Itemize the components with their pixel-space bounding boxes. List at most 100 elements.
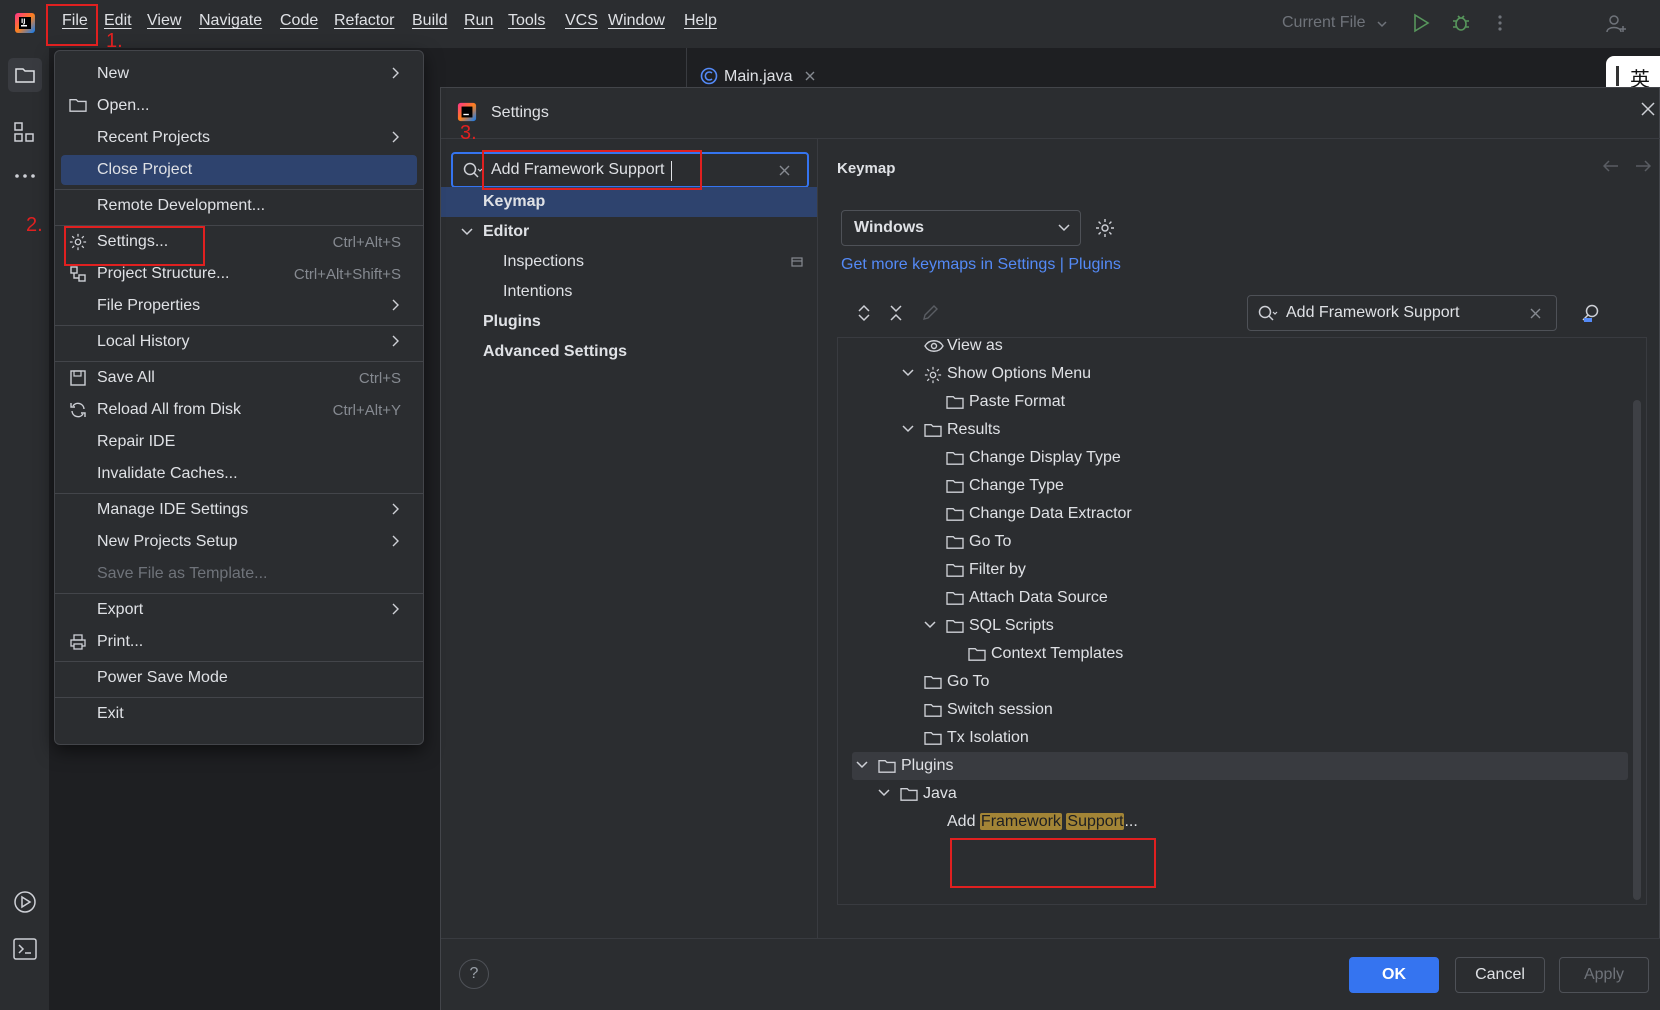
- nav-plugins[interactable]: Plugins: [441, 307, 817, 337]
- tree-node[interactable]: Tx Isolation: [838, 724, 1628, 752]
- menu-navigate[interactable]: Navigate: [199, 12, 262, 30]
- nav-inspections[interactable]: Inspections: [441, 247, 817, 277]
- nav-label: Intentions: [503, 283, 573, 300]
- more-horizontal-icon[interactable]: [14, 172, 36, 180]
- menu-item-file-properties[interactable]: File Properties: [61, 291, 417, 321]
- menu-item-manage-ide-settings[interactable]: Manage IDE Settings: [61, 495, 417, 525]
- get-more-keymaps-link[interactable]: Get more keymaps in Settings | Plugins: [841, 256, 1121, 274]
- tree-node[interactable]: Context Templates: [838, 640, 1628, 668]
- search-icon: [1258, 305, 1278, 323]
- submenu-arrow-icon: [391, 503, 399, 515]
- menu-item-print[interactable]: Print...: [61, 627, 417, 657]
- debug-icon[interactable]: [1450, 12, 1472, 34]
- menu-item-recent-projects[interactable]: Recent Projects: [61, 123, 417, 153]
- menu-build[interactable]: Build: [412, 12, 448, 30]
- tree-node[interactable]: SQL Scripts: [838, 612, 1628, 640]
- tree-node[interactable]: Attach Data Source: [838, 584, 1628, 612]
- nav-advanced-settings[interactable]: Advanced Settings: [441, 337, 817, 367]
- chevron-down-icon[interactable]: [461, 227, 473, 237]
- keymap-filter-field[interactable]: Add Framework Support: [1247, 295, 1557, 331]
- annotation-step-1: 1.: [106, 30, 123, 52]
- folder-icon: [946, 534, 964, 550]
- run-config-selector[interactable]: Current File: [1282, 14, 1392, 36]
- menu-vcs[interactable]: VCS: [565, 12, 598, 30]
- tree-node[interactable]: Go To: [838, 528, 1628, 556]
- project-tool-button[interactable]: [8, 58, 42, 92]
- chevron-down-icon[interactable]: [924, 620, 936, 630]
- tree-node[interactable]: Paste Format: [838, 388, 1628, 416]
- menu-item-repair-ide[interactable]: Repair IDE: [61, 427, 417, 457]
- tree-node[interactable]: Change Display Type: [838, 444, 1628, 472]
- terminal-icon[interactable]: [13, 938, 37, 960]
- menu-item-new-projects-setup[interactable]: New Projects Setup: [61, 527, 417, 557]
- match-highlight: Support: [1066, 813, 1125, 830]
- keymap-scheme-select[interactable]: Windows: [841, 210, 1081, 246]
- tree-scrollbar[interactable]: [1633, 400, 1641, 900]
- clear-search-icon[interactable]: [779, 165, 790, 176]
- chevron-down-icon[interactable]: [856, 760, 868, 770]
- tree-node[interactable]: View as: [838, 338, 1628, 360]
- menu-item-open[interactable]: Open...: [61, 91, 417, 121]
- clear-filter-icon[interactable]: [1530, 308, 1541, 319]
- menu-item-label: Save File as Template...: [97, 565, 268, 582]
- menu-item-new[interactable]: New: [61, 59, 417, 89]
- close-dialog-icon[interactable]: [1641, 102, 1655, 116]
- chevron-down-icon[interactable]: [878, 788, 890, 798]
- chevron-down-icon[interactable]: [902, 424, 914, 434]
- menu-item-local-history[interactable]: Local History: [61, 327, 417, 357]
- menu-item-power-save-mode[interactable]: Power Save Mode: [61, 663, 417, 693]
- tree-node[interactable]: Go To: [838, 668, 1628, 696]
- find-by-shortcut-icon[interactable]: [1581, 303, 1601, 323]
- tree-node[interactable]: Change Data Extractor: [838, 500, 1628, 528]
- forward-arrow-icon[interactable]: [1635, 160, 1651, 172]
- tree-node[interactable]: Show Options Menu: [838, 360, 1628, 388]
- menu-view[interactable]: View: [147, 12, 181, 30]
- edit-shortcut-icon[interactable]: [921, 304, 939, 322]
- add-user-icon[interactable]: [1604, 12, 1628, 36]
- result-suffix: ...: [1124, 813, 1138, 830]
- help-button[interactable]: ?: [459, 959, 489, 989]
- chevron-down-icon: [1376, 18, 1388, 30]
- apply-button[interactable]: Apply: [1559, 957, 1649, 993]
- folder-icon: [946, 562, 964, 578]
- menu-window[interactable]: Window: [608, 12, 665, 30]
- keymap-gear-icon[interactable]: [1095, 218, 1115, 238]
- menu-item-export[interactable]: Export: [61, 595, 417, 625]
- tree-node[interactable]: Results: [838, 416, 1628, 444]
- chevron-down-icon[interactable]: [902, 368, 914, 378]
- tree-node-add-framework-support[interactable]: Add Framework Support...: [838, 808, 1628, 836]
- collapse-all-icon[interactable]: [889, 304, 903, 322]
- menu-item-remote-development[interactable]: Remote Development...: [61, 191, 417, 221]
- nav-keymap[interactable]: Keymap: [441, 187, 817, 217]
- menu-edit[interactable]: Edit: [104, 12, 132, 30]
- more-vertical-icon[interactable]: [1494, 12, 1506, 34]
- tree-node[interactable]: Switch session: [838, 696, 1628, 724]
- tree-node-label: Change Data Extractor: [969, 505, 1132, 522]
- services-icon[interactable]: [13, 890, 37, 914]
- menu-code[interactable]: Code: [280, 12, 318, 30]
- menu-run[interactable]: Run: [464, 12, 493, 30]
- back-arrow-icon[interactable]: [1603, 160, 1619, 172]
- annotation-box-file: [46, 4, 98, 46]
- close-tab-icon[interactable]: [804, 70, 816, 82]
- nav-intentions[interactable]: Intentions: [441, 277, 817, 307]
- tree-node[interactable]: Change Type: [838, 472, 1628, 500]
- structure-icon[interactable]: [14, 122, 34, 142]
- cancel-button[interactable]: Cancel: [1455, 957, 1545, 993]
- menu-item-reload-all[interactable]: Reload All from Disk Ctrl+Alt+Y: [61, 395, 417, 425]
- tree-node-java[interactable]: Java: [838, 780, 1628, 808]
- menu-tools[interactable]: Tools: [508, 12, 545, 30]
- tree-node[interactable]: Filter by: [838, 556, 1628, 584]
- expand-all-icon[interactable]: [857, 304, 871, 322]
- menu-item-close-project[interactable]: Close Project: [61, 155, 417, 185]
- ok-button[interactable]: OK: [1349, 957, 1439, 993]
- menu-refactor[interactable]: Refactor: [334, 12, 394, 30]
- menu-item-exit[interactable]: Exit: [61, 699, 417, 729]
- menu-item-invalidate-caches[interactable]: Invalidate Caches...: [61, 459, 417, 489]
- run-icon[interactable]: [1410, 12, 1432, 34]
- nav-editor[interactable]: Editor: [441, 217, 817, 247]
- menu-help[interactable]: Help: [684, 12, 717, 30]
- menu-item-save-all[interactable]: Save All Ctrl+S: [61, 363, 417, 393]
- intellij-logo-icon[interactable]: IJ: [14, 12, 36, 34]
- tree-node-plugins[interactable]: Plugins: [852, 752, 1628, 780]
